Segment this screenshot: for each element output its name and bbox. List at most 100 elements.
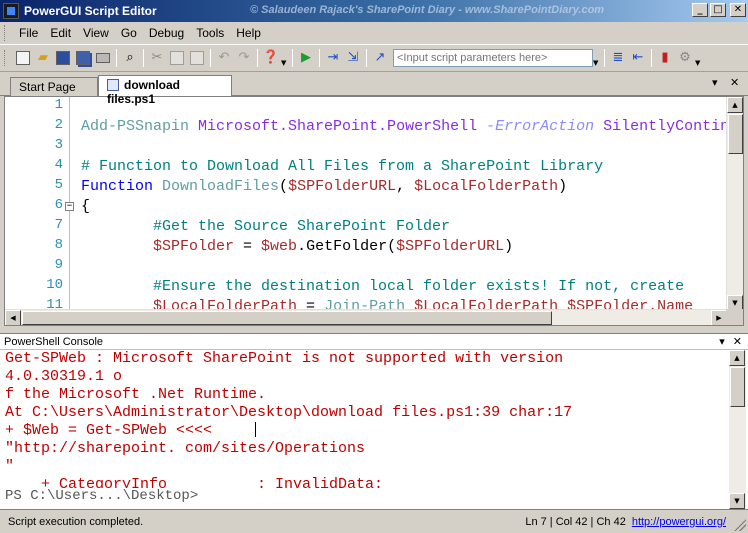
line-number: 9 (54, 257, 63, 273)
find-button[interactable]: ⌕ (120, 48, 140, 68)
save-all-button[interactable] (73, 48, 93, 68)
console-scroll-up-button[interactable]: ▲ (729, 350, 745, 366)
powershell-console[interactable]: Get-SPWeb : Microsoft SharePoint is not … (0, 350, 748, 509)
outdent-icon: ⇤ (632, 50, 644, 65)
code-token: -ErrorAction (486, 118, 604, 135)
deploy-button[interactable]: ↗ (370, 48, 390, 68)
code-token: Add-PSSnapin (81, 118, 199, 135)
search-icon: ⌕ (126, 50, 134, 65)
horizontal-scroll-thumb[interactable] (22, 311, 552, 325)
powergui-link[interactable]: http://powergui.org/ (632, 516, 748, 528)
app-icon (3, 3, 19, 19)
console-scroll-thumb[interactable] (730, 367, 745, 407)
minimize-button[interactable]: _ (692, 3, 708, 17)
console-pin-dropdown[interactable]: ▾ (719, 335, 725, 348)
tab-list-dropdown[interactable]: ▾ (712, 76, 718, 89)
undo-button[interactable]: ↶ (214, 48, 234, 68)
help-dropdown-arrow[interactable]: ▼ (281, 59, 289, 67)
code-token: $web (261, 238, 298, 255)
script-parameters-input[interactable] (393, 49, 593, 67)
menu-debug[interactable]: Debug (143, 24, 190, 42)
console-line: Get-SPWeb : Microsoft SharePoint is not … (5, 350, 564, 367)
text-caret (255, 422, 256, 437)
scroll-thumb[interactable] (728, 114, 743, 154)
step-over-button[interactable]: ⇥ (323, 48, 343, 68)
close-tab-button[interactable]: ✕ (730, 76, 739, 89)
console-title: PowerShell Console (4, 335, 104, 348)
new-file-button[interactable] (13, 48, 33, 68)
script-parameters-dropdown-arrow[interactable]: ▼ (593, 59, 601, 67)
help-icon: ❓ (262, 50, 280, 65)
document-tabs: Start Page download files.ps1 ▾ ✕ (0, 72, 748, 106)
menu-file[interactable]: File (13, 24, 44, 42)
status-bar: Script execution completed. Ln 7 | Col 4… (0, 509, 748, 533)
line-number: 1 (54, 97, 63, 113)
scroll-left-button[interactable]: ◀ (5, 310, 21, 325)
console-prompt[interactable]: PS C:\Users...\Desktop> (5, 488, 725, 504)
cut-button[interactable]: ✂ (147, 48, 167, 68)
code-token: ) (504, 238, 514, 255)
outdent-button[interactable]: ⇤ (628, 48, 648, 68)
code-line: $SPFolder = $web.GetFolder($SPFolderURL) (81, 237, 513, 257)
code-editor[interactable]: 1 2 3 4 5 6 7 8 9 10 11 − Add-PSSnapin Microsoft.S… (4, 96, 744, 326)
code-text-area[interactable]: Add-PSSnapin Microsoft.SharePoint.PowerS… (81, 97, 727, 311)
toolbar-separator (366, 49, 367, 67)
title-bar: PowerGUI Script Editor © Salaudeen Rajac… (0, 0, 748, 22)
line-number: 7 (54, 217, 63, 233)
tab-start-page[interactable]: Start Page (10, 77, 98, 96)
save-icon (56, 51, 70, 65)
line-number: 10 (46, 277, 63, 293)
tab-download-files[interactable]: download files.ps1 (98, 75, 232, 106)
menu-view[interactable]: View (77, 24, 115, 42)
step-into-button[interactable]: ⇲ (343, 48, 363, 68)
resize-grip[interactable] (734, 519, 746, 531)
bookmark-icon: ▮ (661, 50, 669, 65)
bookmark-button[interactable]: ▮ (655, 48, 675, 68)
menu-help[interactable]: Help (230, 24, 267, 42)
cut-icon: ✂ (151, 50, 163, 65)
paste-button[interactable] (187, 48, 207, 68)
console-vertical-scrollbar[interactable]: ▲ ▼ (729, 350, 746, 509)
maximize-button[interactable]: □ (710, 3, 726, 17)
scroll-corner (726, 309, 743, 325)
toolbar-separator (210, 49, 211, 67)
scroll-up-button[interactable]: ▲ (727, 97, 743, 113)
cursor-position: Ln 7 | Col 42 | Ch 42 (525, 515, 626, 528)
code-token: { (81, 198, 91, 215)
line-number: 3 (54, 137, 63, 153)
menu-go[interactable]: Go (115, 24, 143, 42)
code-line: Function DownloadFiles($SPFolderURL, $Lo… (81, 177, 567, 197)
console-scroll-down-button[interactable]: ▼ (729, 493, 745, 509)
console-close-button[interactable]: ✕ (733, 335, 742, 348)
toolbar: ▰ ⌕ ✂ ↶ ↷ ❓ ▼ ▶ ⇥ ⇲ ↗ ▼ ≣ ⇤ ▮ ⚙ ▼ (0, 44, 748, 72)
editor-horizontal-scrollbar[interactable]: ◀ ▶ (5, 309, 727, 325)
editor-vertical-scrollbar[interactable]: ▲ ▼ (726, 97, 743, 311)
indent-button[interactable]: ≣ (608, 48, 628, 68)
close-button[interactable]: ✕ (730, 3, 746, 17)
play-icon: ▶ (301, 50, 311, 65)
compile-button[interactable]: ⚙ (675, 48, 695, 68)
open-file-button[interactable]: ▰ (33, 48, 53, 68)
line-number: 8 (54, 237, 63, 253)
menu-grip[interactable] (4, 25, 7, 41)
collapse-region-button[interactable]: − (65, 202, 74, 211)
menu-tools[interactable]: Tools (190, 24, 230, 42)
code-token: DownloadFiles (162, 178, 280, 195)
toolbar-grip[interactable] (4, 50, 7, 66)
deploy-icon: ↗ (374, 50, 386, 65)
toolbar-separator (116, 49, 117, 67)
menu-edit[interactable]: Edit (44, 24, 77, 42)
scroll-right-button[interactable]: ▶ (711, 310, 727, 325)
console-line: At C:\Users\Administrator\Desktop\downlo… (5, 404, 573, 421)
print-button[interactable] (93, 48, 113, 68)
console-line: 4.0.30319.1 o (5, 368, 123, 385)
toolbar-overflow-arrow[interactable]: ▼ (695, 59, 703, 67)
redo-button[interactable]: ↷ (234, 48, 254, 68)
run-button[interactable]: ▶ (296, 48, 316, 68)
toolbar-separator (292, 49, 293, 67)
help-button[interactable]: ❓ (261, 48, 281, 68)
code-line: #Ensure the destination local folder exi… (81, 277, 684, 297)
copy-button[interactable] (167, 48, 187, 68)
save-button[interactable] (53, 48, 73, 68)
